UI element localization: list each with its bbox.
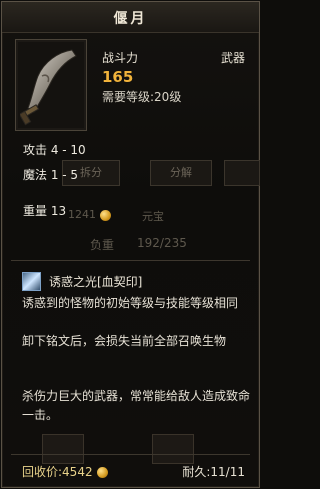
load-value: 192/235 bbox=[137, 236, 187, 250]
recycle-price: 回收价:4542 bbox=[22, 463, 108, 480]
sparkle-skill-icon bbox=[22, 272, 41, 291]
attack-stat: 攻击 4 - 10 bbox=[23, 143, 86, 157]
divider bbox=[11, 454, 250, 455]
item-type: 武器 bbox=[220, 51, 245, 65]
gold-coin-icon bbox=[96, 467, 108, 478]
inscription-desc-2: 卸下铭文后，会损失当前全部召唤生物 bbox=[22, 334, 227, 348]
tooltip-titlebar: 偃月 bbox=[2, 2, 259, 33]
load-label: 负重 bbox=[90, 238, 115, 252]
power-value: 165 bbox=[102, 68, 134, 86]
crescent-blade-icon bbox=[20, 49, 77, 126]
level-requirement: 需要等级:20级 bbox=[102, 90, 182, 104]
gold-amount-text: 1241 bbox=[68, 208, 96, 221]
item-icon-frame bbox=[15, 39, 87, 131]
recycle-price-text: 回收价:4542 bbox=[22, 465, 93, 479]
durability: 耐久:11/11 bbox=[182, 465, 245, 479]
gold-coin-icon bbox=[99, 209, 111, 221]
power-label: 战斗力 bbox=[102, 51, 139, 65]
extra-button[interactable] bbox=[224, 160, 260, 186]
magic-stat: 魔法 1 - 5 bbox=[23, 168, 79, 182]
inscription-name: 诱惑之光[血契印] bbox=[49, 275, 143, 289]
gold-amount: 1241 bbox=[68, 208, 111, 221]
item-tooltip: 偃月 战斗力 武器 165 需要等级:20级 拆分 分解 1241 元宝 负重 … bbox=[1, 1, 260, 488]
bg-slot bbox=[42, 434, 84, 464]
weight-stat: 重量 13 bbox=[23, 204, 67, 218]
yuanbao-label: 元宝 bbox=[142, 210, 164, 223]
divider bbox=[11, 260, 250, 261]
item-name: 偃月 bbox=[113, 11, 148, 27]
decompose-button[interactable]: 分解 bbox=[150, 160, 212, 186]
inscription-desc-1: 诱惑到的怪物的初始等级与技能等级相同 bbox=[22, 296, 239, 310]
bg-slot bbox=[152, 434, 194, 464]
flavor-text: 杀伤力巨大的武器，常常能给敌人造成致命一击。 bbox=[22, 389, 251, 422]
